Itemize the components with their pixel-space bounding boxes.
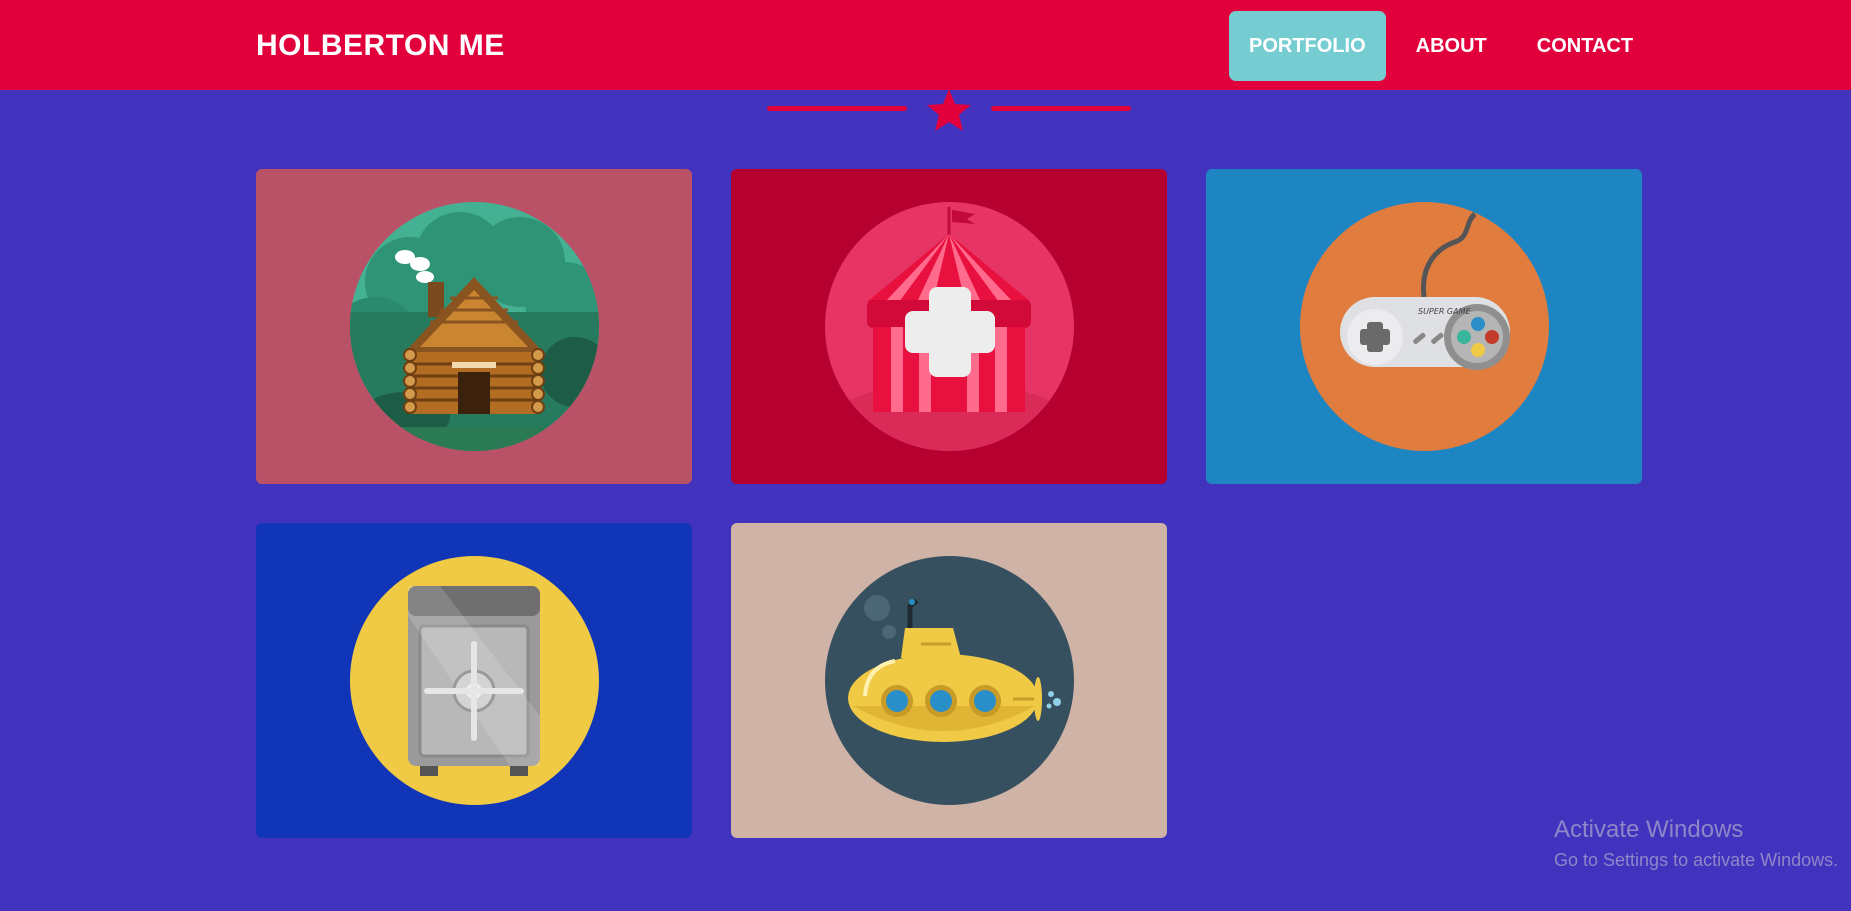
star-divider	[767, 86, 1131, 136]
watermark-subtitle: Go to Settings to activate Windows.	[1554, 850, 1839, 870]
portfolio-card-submarine[interactable]	[731, 523, 1167, 838]
log-cabin-icon	[350, 202, 599, 451]
safe-icon	[350, 556, 599, 805]
submarine-icon	[825, 556, 1074, 805]
nav-link-contact[interactable]: CONTACT	[1517, 11, 1653, 81]
portfolio-thumbnail	[825, 556, 1074, 805]
nav-link-about[interactable]: ABOUT	[1396, 11, 1507, 81]
watermark-title: Activate Windows	[1554, 816, 1744, 843]
portfolio-card-safe[interactable]	[256, 523, 692, 838]
star-icon	[927, 89, 971, 131]
svg-text:SUPER GAME: SUPER GAME	[1418, 307, 1471, 316]
game-controller-icon: SUPER GAME	[1300, 202, 1549, 451]
navbar: HOLBERTON ME PORTFOLIO ABOUT CONTACT	[0, 0, 1851, 90]
divider-line-left	[767, 106, 907, 111]
portfolio-card-circus[interactable]	[731, 169, 1167, 484]
divider-line-right	[991, 106, 1131, 111]
portfolio-card-cabin[interactable]	[256, 169, 692, 484]
nav-links: PORTFOLIO ABOUT CONTACT	[1229, 11, 1663, 81]
portfolio-thumbnail	[825, 202, 1074, 451]
nav-link-portfolio[interactable]: PORTFOLIO	[1229, 11, 1386, 81]
portfolio-thumbnail: SUPER GAME	[1300, 202, 1549, 451]
circus-tent-icon	[825, 202, 1074, 451]
portfolio-thumbnail	[350, 556, 599, 805]
site-brand[interactable]: HOLBERTON ME	[256, 28, 505, 64]
portfolio-thumbnail	[350, 202, 599, 451]
portfolio-card-controller[interactable]: SUPER GAME	[1206, 169, 1642, 484]
windows-activation-watermark: Activate Windows Go to Settings to activ…	[1554, 814, 1838, 874]
